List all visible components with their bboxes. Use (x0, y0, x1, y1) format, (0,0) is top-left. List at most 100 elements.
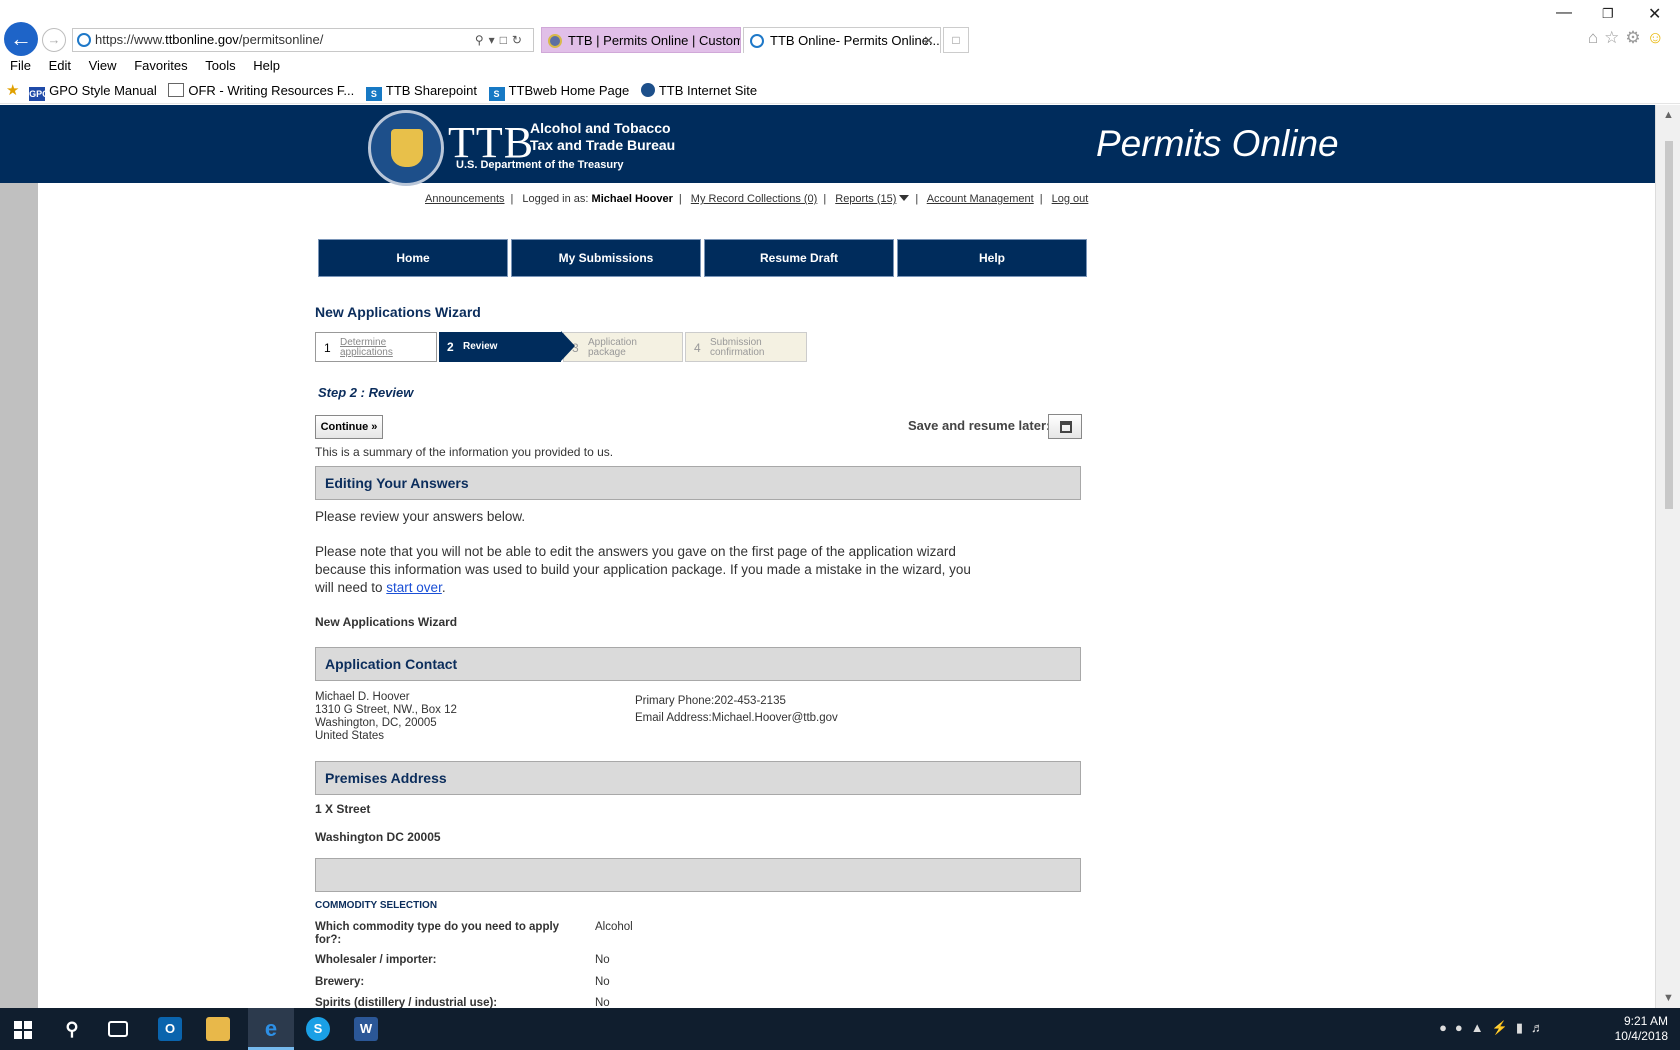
url-host: ttbonline.gov (165, 32, 239, 47)
question-text: for?: (315, 934, 342, 946)
sharepoint-icon: S (488, 87, 505, 101)
answer-wholesaler: No (595, 954, 610, 966)
contact-country: United States (315, 730, 385, 742)
start-over-link[interactable]: start over (386, 580, 442, 595)
favorites-star-icon[interactable]: ☆ (1604, 28, 1625, 47)
taskbar-ie-active[interactable]: e (248, 1008, 294, 1050)
fav-ttb-internet-site[interactable]: TTB Internet Site (640, 78, 758, 104)
outlook-icon[interactable]: O (158, 1017, 182, 1041)
favorites-star-icon[interactable]: ★ (6, 78, 19, 104)
scroll-up-icon[interactable]: ▲ (1663, 109, 1674, 121)
tab-label: TTB Online- Permits Online... (770, 33, 940, 48)
menu-file[interactable]: File (10, 58, 31, 73)
contact-email: Email Address:Michael.Hoover@ttb.gov (635, 712, 838, 724)
fav-ttb-sharepoint[interactable]: S TTB Sharepoint (365, 78, 477, 104)
address-action-icons[interactable]: ⚲▾□↻ (475, 29, 527, 51)
fav-label: TTBweb Home Page (508, 83, 630, 98)
menu-view[interactable]: View (89, 58, 117, 73)
review-text: Please review your answers below. (315, 509, 526, 524)
close-tab-icon[interactable]: ✕ (923, 28, 934, 53)
wizard-step-3: 3 Application package (563, 332, 683, 362)
record-collections-link[interactable]: My Record Collections (0) (691, 193, 818, 205)
minimize-icon[interactable]: — (1556, 4, 1572, 22)
fav-label: OFR - Writing Resources F... (188, 83, 355, 98)
department-name: U.S. Department of the Treasury (456, 159, 624, 171)
note-line-2: because this information was used to bui… (315, 562, 971, 577)
wizard-step-1[interactable]: 1 Determine applications (315, 332, 437, 362)
web-page: TTB Alcohol and Tobacco Tax and Trade Bu… (0, 105, 1655, 1008)
question-brewery: Brewery: (315, 976, 365, 988)
step-arrow (561, 331, 575, 361)
menu-edit[interactable]: Edit (49, 58, 71, 73)
fav-ofr-writing[interactable]: OFR - Writing Resources F... (168, 78, 354, 104)
question-commodity-type: Which commodity type do you need to appl… (315, 921, 585, 947)
bureau-line-2: Tax and Trade Bureau (530, 137, 676, 153)
reports-link[interactable]: Reports (15) (835, 193, 896, 205)
edit-note: Please note that you will not be able to… (315, 543, 971, 597)
tab-ttb-permits-custom[interactable]: TTB | Permits Online | Custom... (541, 27, 741, 53)
ttb-seal-icon (548, 34, 562, 48)
fav-ttbweb-home[interactable]: S TTBweb Home Page (488, 78, 630, 104)
question-text: Which commodity type do you need to appl… (315, 921, 560, 933)
fav-label: GPO Style Manual (49, 83, 157, 98)
step-number: 1 (324, 341, 331, 355)
nav-resume-draft[interactable]: Resume Draft (704, 239, 894, 277)
nav-help[interactable]: Help (897, 239, 1087, 277)
fav-label: TTB Sharepoint (385, 83, 477, 98)
address-bar[interactable]: https://www.ttbonline.gov/permitsonline/… (72, 28, 534, 52)
contact-street: 1310 G Street, NW., Box 12 (315, 704, 457, 716)
restore-icon[interactable]: ❐ (1602, 6, 1614, 22)
save-button[interactable] (1048, 414, 1082, 439)
word-icon[interactable]: W (354, 1017, 378, 1041)
browser-right-icons[interactable]: ⌂☆⚙☺ (1588, 28, 1670, 48)
scroll-down-icon[interactable]: ▼ (1663, 992, 1674, 1004)
application-contact-header: Application Contact (315, 647, 1081, 681)
fav-gpo-style-manual[interactable]: GPOGPO Style Manual (29, 78, 157, 104)
back-arrow-icon[interactable]: ← (4, 22, 38, 56)
premises-address-header: Premises Address (315, 761, 1081, 795)
gear-icon[interactable]: ⚙ (1625, 28, 1646, 47)
skype-icon[interactable]: S (306, 1017, 330, 1041)
file-explorer-icon[interactable] (206, 1017, 230, 1041)
question-wholesaler: Wholesaler / importer: (315, 954, 437, 966)
menu-tools[interactable]: Tools (205, 58, 235, 73)
account-management-link[interactable]: Account Management (927, 193, 1034, 205)
left-gutter (0, 183, 38, 1008)
new-tab-button[interactable]: □ (943, 27, 969, 53)
menu-favorites[interactable]: Favorites (134, 58, 187, 73)
task-view-icon[interactable] (108, 1021, 128, 1037)
menu-help[interactable]: Help (253, 58, 280, 73)
announcements-link[interactable]: Announcements (425, 193, 505, 205)
gpo-icon: GPO (29, 87, 50, 101)
clock-date: 10/4/2018 (1614, 1029, 1668, 1043)
contact-name: Michael D. Hoover (315, 691, 410, 703)
scrollbar-thumb[interactable] (1665, 141, 1673, 509)
feedback-smiley-icon[interactable]: ☺ (1647, 28, 1670, 47)
step-label: confirmation (710, 347, 765, 358)
tab-ttb-online-permits[interactable]: TTB Online- Permits Online... ✕ (743, 27, 941, 53)
step-label: Review (463, 341, 498, 352)
forward-arrow-icon[interactable]: → (42, 28, 66, 52)
search-icon[interactable]: ⚲ (60, 1017, 84, 1041)
vertical-scrollbar[interactable]: ▲ ▼ (1655, 105, 1680, 1008)
step-number: 2 (447, 340, 454, 354)
continue-button[interactable]: Continue » (315, 415, 383, 439)
nav-home[interactable]: Home (318, 239, 508, 277)
system-tray-icons[interactable]: ●●▲⚡▮♬ (1439, 1020, 1552, 1036)
close-window-icon[interactable]: ✕ (1648, 4, 1661, 24)
ie-page-icon (750, 34, 764, 48)
logout-link[interactable]: Log out (1052, 193, 1089, 205)
taskbar-clock[interactable]: 9:21 AM 10/4/2018 (1598, 1014, 1668, 1044)
contact-details: Primary Phone:202-453-2135 Email Address… (635, 693, 838, 727)
step-heading: Step 2 : Review (318, 385, 414, 400)
question-spirits: Spirits (distillery / industrial use): (315, 997, 498, 1008)
home-icon[interactable]: ⌂ (1588, 28, 1604, 47)
app-title: Permits Online (1096, 123, 1339, 164)
step-number: 4 (694, 341, 701, 355)
empty-section-header (315, 858, 1081, 892)
chevron-down-icon[interactable] (899, 195, 910, 201)
nav-my-submissions[interactable]: My Submissions (511, 239, 701, 277)
fav-label: TTB Internet Site (658, 83, 758, 98)
windows-start-icon[interactable] (14, 1021, 32, 1039)
contact-city: Washington, DC, 20005 (315, 717, 437, 729)
